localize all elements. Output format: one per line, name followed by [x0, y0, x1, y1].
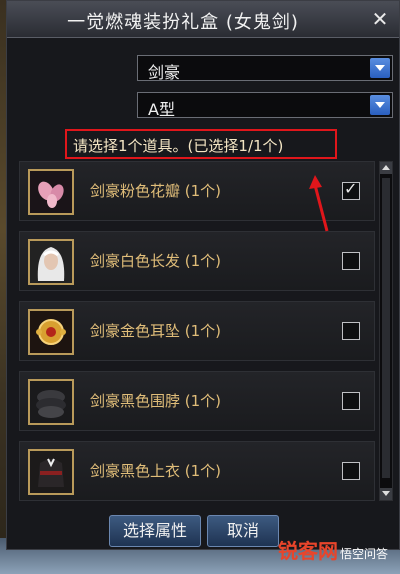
close-icon[interactable]: ✕: [369, 8, 391, 30]
item-checkbox[interactable]: [342, 462, 360, 480]
chevron-down-icon[interactable]: [370, 95, 390, 115]
gift-box-dialog: 一觉燃魂装扮礼盒 (女鬼剑) ✕ 剑豪 A型 请选择1个道具。(已选择1/1个)…: [6, 0, 400, 550]
list-scrollbar[interactable]: [379, 161, 393, 501]
item-checkbox[interactable]: [342, 322, 360, 340]
selection-prompt-box: 请选择1个道具。(已选择1/1个): [65, 129, 337, 159]
petal-icon: [28, 169, 74, 215]
scrollbar-thumb[interactable]: [382, 178, 390, 478]
cancel-button[interactable]: 取消: [207, 515, 279, 547]
job-dropdown-value: 剑豪: [148, 63, 181, 82]
watermark-sub: 悟空问答: [339, 547, 388, 561]
watermark: 锐客网 悟空问答: [278, 535, 388, 564]
select-attribute-button[interactable]: 选择属性: [109, 515, 201, 547]
item-checkbox[interactable]: [342, 392, 360, 410]
list-item[interactable]: 剑豪黑色围脖 (1个): [19, 371, 375, 431]
type-dropdown[interactable]: A型: [137, 92, 393, 119]
type-dropdown-value: A型: [148, 100, 175, 119]
selection-prompt: 请选择1个道具。(已选择1/1个): [73, 137, 284, 155]
top-icon: [28, 449, 74, 495]
chevron-down-icon[interactable]: [370, 58, 390, 78]
item-label: 剑豪黑色上衣 (1个): [90, 462, 222, 480]
item-label: 剑豪粉色花瓣 (1个): [90, 182, 222, 200]
title-bar: 一觉燃魂装扮礼盒 (女鬼剑) ✕: [7, 1, 399, 38]
list-item[interactable]: 剑豪黑色上衣 (1个): [19, 441, 375, 501]
job-dropdown[interactable]: 剑豪: [137, 55, 393, 82]
list-item[interactable]: 剑豪白色长发 (1个): [19, 231, 375, 291]
item-checkbox[interactable]: [342, 252, 360, 270]
item-checkbox[interactable]: [342, 179, 360, 200]
scroll-down-icon[interactable]: [380, 488, 392, 500]
list-item[interactable]: 剑豪金色耳坠 (1个): [19, 301, 375, 361]
item-label: 剑豪金色耳坠 (1个): [90, 322, 222, 340]
item-label: 剑豪白色长发 (1个): [90, 252, 222, 270]
earring-icon: [28, 309, 74, 355]
annotation-arrow-icon: [309, 175, 329, 232]
item-label: 剑豪黑色围脖 (1个): [90, 392, 222, 410]
scroll-up-icon[interactable]: [380, 162, 392, 174]
dialog-title: 一觉燃魂装扮礼盒 (女鬼剑): [67, 12, 299, 33]
scarf-icon: [28, 379, 74, 425]
watermark-main: 锐客网: [277, 539, 338, 563]
hair-icon: [28, 239, 74, 285]
